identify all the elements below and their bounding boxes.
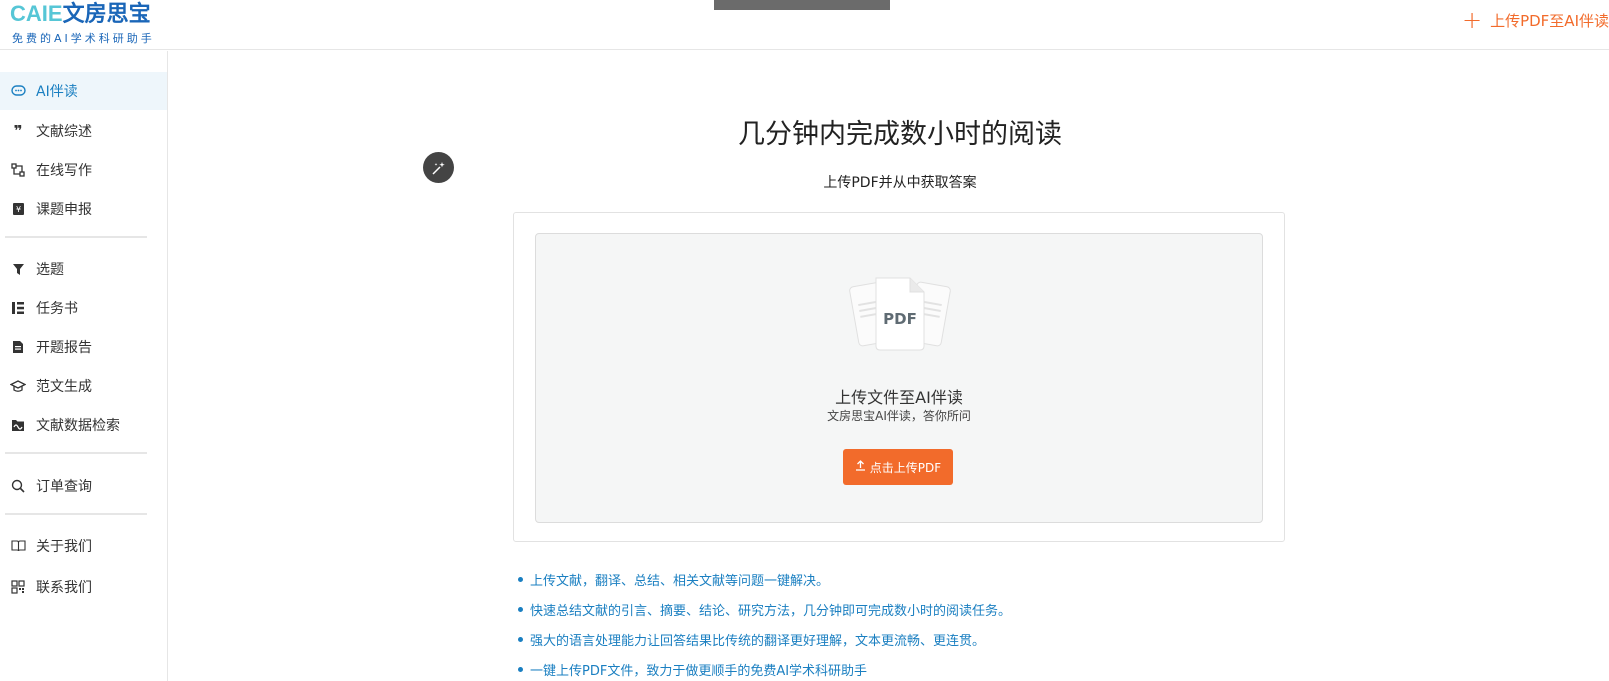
upload-title: 上传文件至AI伴读: [835, 388, 963, 407]
sidebar-item-label: AI伴读: [36, 84, 78, 100]
top-header: CAIE文房思宝 免费的AI学术科研助手 + 上传PDF至AI伴读: [0, 0, 1609, 50]
page-title: 几分钟内完成数小时的阅读: [738, 119, 1062, 150]
logo-wordmark: CAIE文房思宝: [10, 0, 155, 29]
feature-item: 强大的语言处理能力让回答结果比传统的翻译更好理解，文本更流畅、更连贯。: [518, 630, 985, 649]
sidebar-item-label: 文献综述: [36, 124, 92, 140]
upload-dropzone[interactable]: PDF 上传文件至AI伴读 文房思宝AI伴读，答你所问 点击上传PDF: [535, 233, 1263, 523]
search-list-icon: [10, 478, 26, 494]
header-upload-button[interactable]: + 上传PDF至AI伴读: [1462, 8, 1609, 32]
quote-icon: ❞: [13, 122, 23, 140]
sidebar-item-literature-review[interactable]: ❞ 文献综述: [0, 112, 167, 150]
magic-wand-button[interactable]: [423, 152, 454, 183]
upload-arrow-icon: [855, 460, 866, 474]
feature-text: 一键上传PDF文件，致力于做更顺手的免费AI学术科研助手: [530, 664, 868, 679]
bullet-dot: [518, 607, 523, 612]
sidebar-item-label: 在线写作: [36, 163, 92, 179]
sidebar-divider: [5, 236, 147, 238]
bullet-dot: [518, 667, 523, 672]
sidebar-item-topic-selection[interactable]: 选题: [0, 250, 167, 288]
feature-item: 快速总结文献的引言、摘要、结论、研究方法，几分钟即可完成数小时的阅读任务。: [518, 600, 1011, 619]
yen-book-icon: ¥: [10, 201, 26, 217]
svg-text:¥: ¥: [15, 205, 20, 214]
filter-icon: [10, 261, 26, 277]
sidebar: AI伴读 ❞ 文献综述 在线写作 ¥ 课题申报 选题 任务书 开题报告 范文生成…: [0, 51, 168, 681]
sidebar-item-label: 选题: [36, 262, 64, 278]
sidebar-item-label: 联系我们: [36, 580, 92, 596]
logo-latin-text: CAIE: [10, 1, 63, 26]
sidebar-item-online-writing[interactable]: 在线写作: [0, 151, 167, 189]
page-subtitle: 上传PDF并从中获取答案: [823, 175, 977, 191]
sidebar-divider: [5, 513, 147, 515]
sidebar-item-proposal-report[interactable]: 开题报告: [0, 328, 167, 366]
upload-pdf-button-label: 点击上传PDF: [869, 460, 942, 475]
qr-code-icon: [10, 579, 26, 595]
sidebar-item-contact-us[interactable]: 联系我们: [0, 568, 167, 606]
sidebar-item-ai-reading[interactable]: AI伴读: [0, 72, 167, 110]
sidebar-divider: [5, 452, 147, 454]
document-icon: [10, 339, 26, 355]
wave-folder-icon: [10, 417, 26, 433]
logo-cjk-text: 文房思宝: [62, 2, 151, 27]
feature-item: 一键上传PDF文件，致力于做更顺手的免费AI学术科研助手: [518, 660, 867, 679]
sidebar-item-label: 范文生成: [36, 379, 92, 395]
plus-icon: +: [1461, 6, 1483, 34]
chat-bubble-icon: [10, 83, 26, 99]
sidebar-item-project-application[interactable]: ¥ 课题申报: [0, 190, 167, 228]
flow-nodes-icon: [10, 162, 26, 178]
bullet-dot: [518, 577, 523, 582]
sidebar-item-literature-search[interactable]: 文献数据检索: [0, 406, 167, 444]
pdf-label: PDF: [883, 310, 917, 328]
sidebar-item-about-us[interactable]: 关于我们: [0, 527, 167, 565]
sidebar-item-order-query[interactable]: 订单查询: [0, 467, 167, 505]
open-book-icon: [10, 538, 26, 554]
upload-pdf-button[interactable]: 点击上传PDF: [843, 449, 953, 485]
sidebar-item-label: 课题申报: [36, 202, 92, 218]
sidebar-item-label: 任务书: [36, 301, 78, 317]
pdf-illustration-icon: PDF: [849, 277, 951, 351]
site-logo[interactable]: CAIE文房思宝 免费的AI学术科研助手: [10, 0, 155, 46]
list-tree-icon: [10, 300, 26, 316]
top-progress-bar: [714, 0, 890, 10]
sidebar-item-label: 关于我们: [36, 539, 92, 555]
logo-tagline: 免费的AI学术科研助手: [12, 32, 155, 45]
sidebar-item-label: 开题报告: [36, 340, 92, 356]
feature-text: 上传文献，翻译、总结、相关文献等问题一键解决。: [530, 574, 830, 589]
upload-subtitle: 文房思宝AI伴读，答你所问: [827, 409, 971, 423]
graduation-cap-icon: [10, 378, 26, 394]
bullet-dot: [518, 637, 523, 642]
magic-wand-icon: [431, 161, 445, 175]
upload-card: PDF 上传文件至AI伴读 文房思宝AI伴读，答你所问 点击上传PDF: [513, 212, 1285, 542]
header-upload-label: 上传PDF至AI伴读: [1490, 11, 1609, 30]
feature-text: 快速总结文献的引言、摘要、结论、研究方法，几分钟即可完成数小时的阅读任务。: [530, 604, 1012, 619]
feature-text: 强大的语言处理能力让回答结果比传统的翻译更好理解，文本更流畅、更连贯。: [530, 634, 986, 649]
sidebar-item-task-book[interactable]: 任务书: [0, 289, 167, 327]
sidebar-item-label: 文献数据检索: [36, 418, 120, 434]
sidebar-item-sample-generation[interactable]: 范文生成: [0, 367, 167, 405]
sidebar-item-label: 订单查询: [36, 479, 92, 495]
feature-item: 上传文献，翻译、总结、相关文献等问题一键解决。: [518, 570, 829, 589]
